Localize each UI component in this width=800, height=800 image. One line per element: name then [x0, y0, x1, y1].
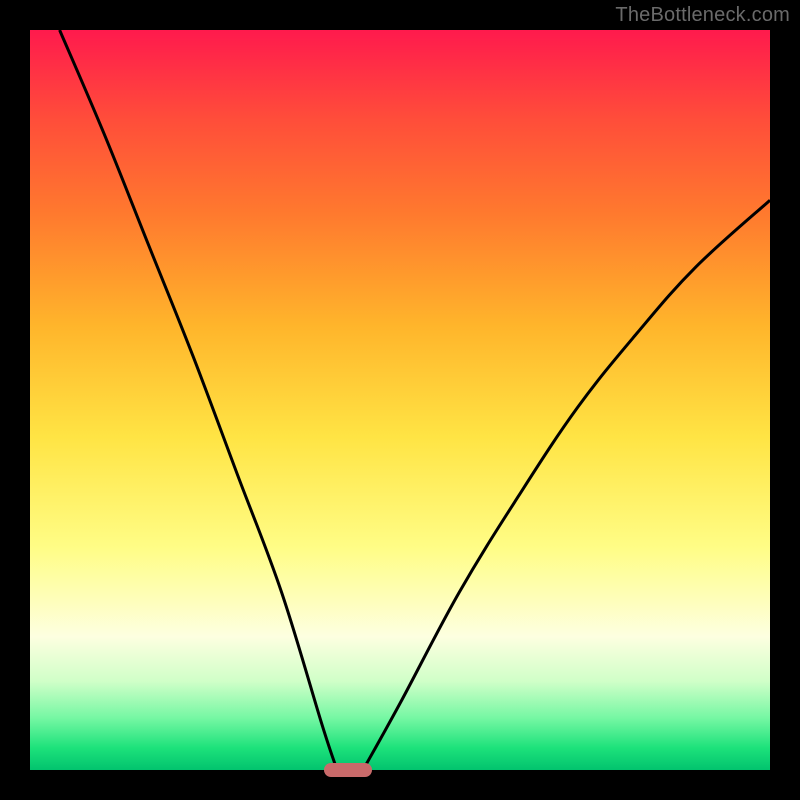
- curve-right-branch: [363, 200, 770, 770]
- chart-frame: TheBottleneck.com: [0, 0, 800, 800]
- watermark-text: TheBottleneck.com: [615, 4, 790, 27]
- bottleneck-curve: [30, 30, 770, 770]
- plot-area: [30, 30, 770, 770]
- optimal-marker: [324, 763, 372, 777]
- curve-left-branch: [60, 30, 338, 770]
